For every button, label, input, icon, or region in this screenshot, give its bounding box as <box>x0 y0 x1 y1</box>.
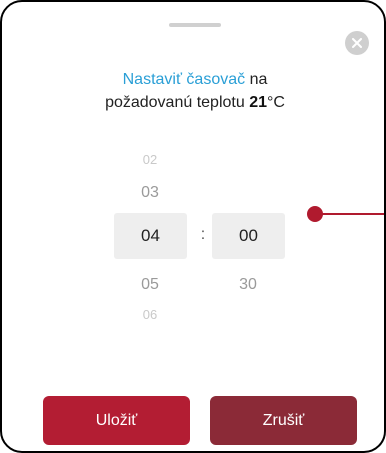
timer-dialog: Nastaviť časovač na požadovanú teplotu 2… <box>0 0 386 453</box>
cancel-button[interactable]: Zrušiť <box>210 396 357 445</box>
time-picker: 02 03 04 05 06 : 00 30 <box>2 2 384 451</box>
hour-option[interactable]: 06 <box>114 307 186 322</box>
minute-selected[interactable]: 00 <box>212 213 285 259</box>
hour-option[interactable]: 05 <box>114 276 186 294</box>
hour-option[interactable]: 02 <box>114 152 186 167</box>
minute-option[interactable]: 30 <box>212 276 284 294</box>
save-button[interactable]: Uložiť <box>43 396 190 445</box>
temperature-slider-track[interactable] <box>315 213 384 215</box>
hour-selected[interactable]: 04 <box>114 213 187 259</box>
hour-option[interactable]: 03 <box>114 184 186 202</box>
temperature-slider-handle[interactable] <box>307 206 323 222</box>
time-separator: : <box>200 226 206 243</box>
